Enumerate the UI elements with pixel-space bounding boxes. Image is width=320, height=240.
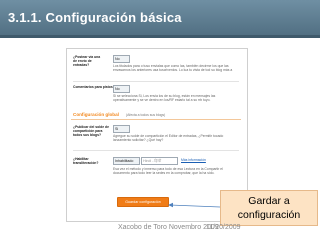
footer-author: Xacobo de Toro Novembro 2009: [118, 224, 219, 231]
footer-date: 11/20/2009: [206, 224, 241, 231]
arrow-head: [168, 202, 173, 208]
callout-box: Gardar a configuración: [220, 190, 318, 226]
arrow-line: [169, 204, 221, 208]
callout-line-1: Gardar a: [248, 195, 290, 207]
callout-line-2: configuración: [237, 209, 301, 221]
